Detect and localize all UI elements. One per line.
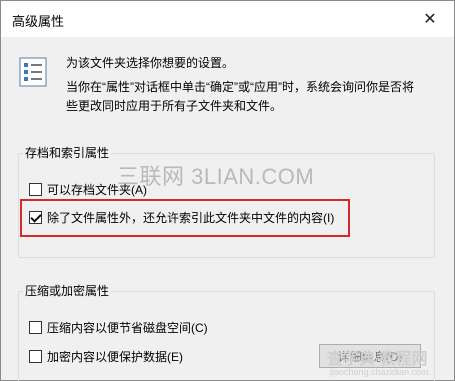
settings-list-icon [19,57,47,87]
close-button[interactable]: ✕ [415,5,445,33]
close-icon: ✕ [423,11,437,28]
archive-folder-option[interactable]: 可以存档文件夹(A) [29,181,147,198]
window-title: 高级属性 [12,14,65,29]
compress-option[interactable]: 压缩内容以便节省磁盘空间(C) [29,319,208,336]
archive-index-group-title: 存档和索引属性 [23,144,112,161]
archive-folder-checkbox[interactable] [29,183,42,196]
archive-folder-label: 可以存档文件夹(A) [47,183,147,197]
description-line-1: 为该文件夹选择你想要的设置。 [66,56,235,70]
advanced-attributes-dialog: 高级属性 ✕ 为该文件夹选择你想要的设置。 当你在“属性”对话框中单击“确定”或… [0,0,455,381]
index-contents-checkbox[interactable] [29,211,42,224]
logo-watermark-url: jiaocheng.chazidian.com [330,367,429,377]
index-contents-label: 除了文件属性外，还允许索引此文件夹中文件的内容(I) [47,211,335,225]
compress-checkbox[interactable] [29,321,42,334]
encrypt-checkbox[interactable] [29,350,42,363]
description-line-3: 些更改同时应用于所有子文件夹和文件。 [66,99,283,113]
compress-label: 压缩内容以便节省磁盘空间(C) [47,321,208,335]
encrypt-option[interactable]: 加密内容以便保护数据(E) [29,348,183,365]
description-line-2: 当你在“属性”对话框中单击“确定”或“应用”时，系统会询问你是否将 [66,80,414,94]
encrypt-label: 加密内容以便保护数据(E) [47,350,183,364]
index-contents-option[interactable]: 除了文件属性外，还允许索引此文件夹中文件的内容(I) [29,209,334,226]
logo-watermark-text: 查字典 教程网 [327,351,428,368]
title-bar: 高级属性 ✕ [1,1,454,37]
compress-encrypt-group-title: 压缩或加密属性 [23,282,112,299]
